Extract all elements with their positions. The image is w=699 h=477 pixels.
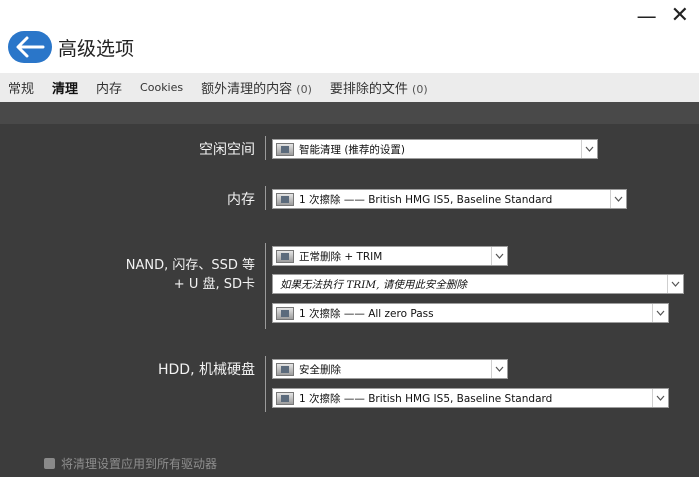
tab-excluded-files-label: 要排除的文件	[329, 82, 408, 97]
hdd-wipe-pass-dropdown[interactable]: 1 次擦除 —— British HMG IS5, Baseline Stand…	[272, 388, 669, 408]
apply-all-drives-label: 将清理设置应用到所有驱动器	[61, 457, 218, 471]
tab-memory[interactable]: 内存	[96, 78, 122, 97]
tab-general[interactable]: 常规	[8, 78, 34, 97]
tab-extra-items[interactable]: 额外清理的内容 (0)	[201, 78, 312, 97]
minimize-button[interactable]: —	[637, 4, 657, 28]
window-controls: — ✕	[637, 4, 689, 29]
drive-icon	[276, 306, 294, 320]
apply-all-drives-option[interactable]: 将清理设置应用到所有驱动器	[44, 455, 217, 472]
apply-all-drives-checkbox[interactable]	[44, 458, 55, 469]
chevron-down-icon	[581, 140, 597, 158]
nand-wipe-pass-dropdown[interactable]: 1 次擦除 —— All zero Pass	[272, 303, 669, 323]
header: 高级选项	[8, 30, 134, 64]
nand-delete-method-value: 正常删除 + TRIM	[299, 250, 383, 263]
tab-excluded-files-count: (0)	[412, 83, 428, 96]
hdd-divider	[265, 356, 266, 412]
nand-fallback-value: 如果无法执行 TRIM, 请使用此安全删除	[280, 278, 467, 291]
memory-divider	[265, 186, 266, 210]
memory-dropdown[interactable]: 1 次擦除 —— British HMG IS5, Baseline Stand…	[272, 189, 627, 209]
hdd-wipe-pass-value: 1 次擦除 —— British HMG IS5, Baseline Stand…	[299, 392, 553, 405]
hdd-delete-method-dropdown[interactable]: 安全删除	[272, 359, 508, 379]
chevron-down-icon	[610, 190, 626, 208]
nand-divider	[265, 243, 266, 329]
drive-icon	[276, 362, 294, 376]
back-button[interactable]	[8, 31, 52, 63]
tab-clean[interactable]: 清理	[52, 78, 78, 97]
chevron-down-icon	[491, 247, 507, 265]
nand-label-line1: NAND, 闪存、SSD 等	[125, 258, 255, 273]
nand-fallback-dropdown[interactable]: 如果无法执行 TRIM, 请使用此安全删除	[272, 274, 684, 294]
tab-cookies[interactable]: Cookies	[140, 81, 183, 94]
nand-label-line2: + U 盘, SD卡	[173, 277, 255, 292]
free-space-dropdown-value: 智能清理 (推荐的设置)	[299, 143, 406, 156]
close-button[interactable]: ✕	[671, 4, 689, 28]
drive-icon	[276, 249, 294, 263]
nand-delete-method-dropdown[interactable]: 正常删除 + TRIM	[272, 246, 508, 266]
page-title: 高级选项	[58, 37, 135, 60]
hdd-label: HDD, 机械硬盘	[158, 362, 255, 378]
tab-extra-items-count: (0)	[296, 83, 312, 96]
drive-icon	[276, 142, 294, 156]
hdd-delete-method-value: 安全删除	[299, 363, 341, 376]
memory-dropdown-value: 1 次擦除 —— British HMG IS5, Baseline Stand…	[299, 193, 553, 206]
tab-extra-items-label: 额外清理的内容	[201, 82, 293, 97]
panel-top-strip	[0, 102, 699, 124]
nand-wipe-pass-value: 1 次擦除 —— All zero Pass	[299, 307, 434, 320]
drive-icon	[276, 391, 294, 405]
free-space-divider	[265, 136, 266, 160]
drive-icon	[276, 192, 294, 206]
memory-label: 内存	[227, 192, 255, 208]
chevron-down-icon	[652, 304, 668, 322]
free-space-label: 空闲空间	[199, 142, 255, 158]
tab-excluded-files[interactable]: 要排除的文件 (0)	[330, 78, 428, 97]
free-space-dropdown[interactable]: 智能清理 (推荐的设置)	[272, 139, 598, 159]
tab-bar: 常规 清理 内存 Cookies 额外清理的内容 (0) 要排除的文件 (0)	[0, 73, 699, 102]
chevron-down-icon	[652, 389, 668, 407]
chevron-down-icon	[667, 275, 683, 293]
chevron-down-icon	[491, 360, 507, 378]
arrow-left-icon	[16, 36, 45, 58]
